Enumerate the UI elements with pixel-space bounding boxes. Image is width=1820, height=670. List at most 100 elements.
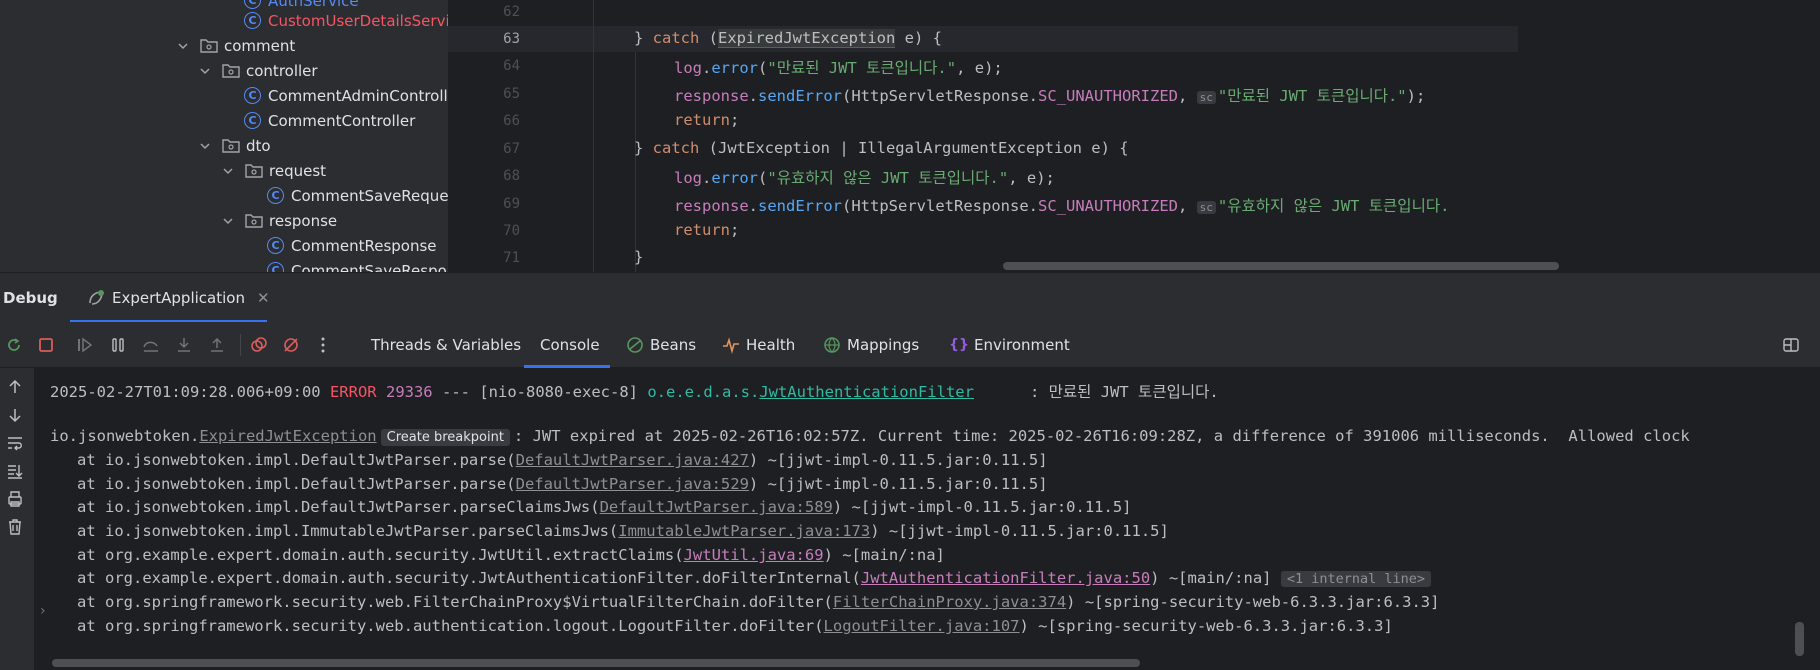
tab-label: Threads & Variables xyxy=(371,336,522,354)
internal-lines-fold[interactable]: <1 internal line> xyxy=(1280,571,1432,587)
source-link[interactable]: DefaultJwtParser.java:427 xyxy=(516,451,749,469)
print-icon[interactable] xyxy=(4,488,26,510)
line-number: 67 xyxy=(503,141,520,157)
code-line-71: } xyxy=(634,248,644,266)
scroll-to-end-icon[interactable] xyxy=(4,460,26,482)
step-into-icon[interactable] xyxy=(174,335,194,355)
chevron-down-icon[interactable] xyxy=(221,214,235,228)
class-icon: C xyxy=(267,237,284,254)
tab-threads-variables[interactable]: Threads & Variables xyxy=(371,322,521,368)
indent-guide xyxy=(635,52,636,272)
source-link[interactable]: JwtAuthenticationFilter.java:50 xyxy=(861,569,1150,587)
class-icon: C xyxy=(267,187,284,204)
tab-beans[interactable]: Beans xyxy=(626,322,696,368)
tree-item-response[interactable]: response xyxy=(221,208,337,233)
debug-toolbar: Threads & Variables Console Beans Health… xyxy=(0,322,1820,368)
tree-item-comment[interactable]: comment xyxy=(176,33,295,58)
line-number-gutter: 62 63 64 65 66 67 68 69 70 71 xyxy=(448,0,538,272)
editor-empty-area xyxy=(1518,0,1820,272)
tree-item-request[interactable]: request xyxy=(221,158,326,183)
arrow-up-icon[interactable] xyxy=(4,376,26,398)
arrow-down-icon[interactable] xyxy=(4,404,26,426)
class-icon: C xyxy=(244,87,261,104)
create-breakpoint-button[interactable]: Create breakpoint xyxy=(380,429,510,446)
log-line: 2025-02-27T01:09:28.006+09:00 ERROR 2933… xyxy=(50,383,1219,401)
project-tree: C AuthService C CustomUserDetailsService… xyxy=(0,0,448,272)
tab-console[interactable]: Console xyxy=(540,322,600,368)
chevron-down-icon[interactable] xyxy=(221,164,235,178)
tree-item-label: response xyxy=(269,211,338,230)
chevron-right-icon[interactable]: › xyxy=(40,603,46,619)
soft-wrap-icon[interactable] xyxy=(4,432,26,454)
code-line-70: return; xyxy=(674,221,740,239)
tree-item-label: request xyxy=(269,161,327,180)
step-out-icon[interactable] xyxy=(207,335,227,355)
code-line-64: log.error("만료된 JWT 토큰입니다.", e); xyxy=(674,59,1003,77)
line-number: 71 xyxy=(503,250,520,266)
chevron-down-icon[interactable] xyxy=(198,139,212,153)
source-link[interactable]: LogoutFilter.java:107 xyxy=(824,617,1020,635)
pause-icon[interactable] xyxy=(108,335,128,355)
line-number: 64 xyxy=(503,58,520,74)
stack-frame: at io.jsonwebtoken.impl.DefaultJwtParser… xyxy=(77,498,1132,516)
line-number: 66 xyxy=(503,113,520,129)
tree-item-customuserdetailsservice[interactable]: C CustomUserDetailsService xyxy=(244,8,448,33)
line-number: 63 xyxy=(503,31,520,47)
spring-run-icon xyxy=(86,288,106,308)
tree-item-commentcontroller[interactable]: C CommentController xyxy=(244,108,415,133)
console-vertical-scrollbar[interactable] xyxy=(1795,622,1804,656)
mute-breakpoints-icon[interactable] xyxy=(281,335,301,355)
code-line-69: response.sendError(HttpServletResponse.S… xyxy=(674,197,1450,215)
code-line-68: log.error("유효하지 않은 JWT 토큰입니다.", e); xyxy=(674,169,1055,187)
view-breakpoints-icon[interactable] xyxy=(249,335,269,355)
stack-frame: at org.example.expert.domain.auth.securi… xyxy=(77,546,945,564)
tree-item-label: dto xyxy=(246,136,271,155)
tree-item-controller[interactable]: controller xyxy=(198,58,318,83)
console-horizontal-scrollbar[interactable] xyxy=(52,659,1140,667)
tree-item-commentresponse[interactable]: C CommentResponse xyxy=(267,233,437,258)
tab-label: Environment xyxy=(974,336,1070,354)
editor-horizontal-scrollbar[interactable] xyxy=(1003,262,1559,270)
close-icon[interactable]: ✕ xyxy=(257,289,270,307)
code-line-65: response.sendError(HttpServletResponse.S… xyxy=(674,87,1426,105)
source-link[interactable]: ImmutableJwtParser.java:173 xyxy=(618,522,870,540)
chevron-down-icon[interactable] xyxy=(198,64,212,78)
tab-mappings[interactable]: Mappings xyxy=(823,322,919,368)
run-config-tab[interactable]: ExpertApplication ✕ xyxy=(70,273,286,323)
logger-link[interactable]: JwtAuthenticationFilter xyxy=(759,383,974,401)
rerun-icon[interactable] xyxy=(4,335,24,355)
tab-environment[interactable]: {} Environment xyxy=(949,322,1070,368)
parameter-hint: sc xyxy=(1196,91,1216,104)
tree-item-commentadmincontroller[interactable]: C CommentAdminController xyxy=(244,83,448,108)
step-over-icon[interactable] xyxy=(141,335,161,355)
source-link[interactable]: FilterChainProxy.java:374 xyxy=(833,593,1066,611)
stack-frame: at io.jsonwebtoken.impl.DefaultJwtParser… xyxy=(77,475,1048,493)
source-link[interactable]: JwtUtil.java:69 xyxy=(684,546,824,564)
source-link[interactable]: DefaultJwtParser.java:529 xyxy=(516,475,749,493)
code-editor[interactable]: 62 63 64 65 66 67 68 69 70 71 } catch (E… xyxy=(448,0,1820,272)
package-icon xyxy=(222,138,240,153)
line-number: 69 xyxy=(503,196,520,212)
resume-icon[interactable] xyxy=(75,335,95,355)
console-output[interactable]: 2025-02-27T01:09:28.006+09:00 ERROR 2933… xyxy=(34,368,1820,670)
more-options-icon[interactable] xyxy=(313,335,333,355)
tree-item-commentsaveresponse[interactable]: C CommentSaveResponse xyxy=(267,258,448,272)
tree-item-label: CustomUserDetailsService xyxy=(268,11,448,30)
beans-icon xyxy=(626,336,644,354)
tab-label: Health xyxy=(746,336,796,354)
tab-health[interactable]: Health xyxy=(722,322,795,368)
console-side-toolbar xyxy=(0,368,34,670)
source-link[interactable]: DefaultJwtParser.java:589 xyxy=(600,498,833,516)
layout-settings-icon[interactable] xyxy=(1781,335,1801,355)
exception-class-link[interactable]: ExpiredJwtException xyxy=(199,427,376,445)
class-icon: C xyxy=(267,262,284,272)
tree-item-label: CommentSaveRequest xyxy=(291,186,448,205)
tree-item-dto[interactable]: dto xyxy=(198,133,271,158)
package-icon xyxy=(200,38,218,53)
stop-icon[interactable] xyxy=(36,335,56,355)
package-icon xyxy=(245,163,263,178)
chevron-down-icon[interactable] xyxy=(176,39,190,53)
tree-item-commentsaverequest[interactable]: C CommentSaveRequest xyxy=(267,183,448,208)
tab-label: Console xyxy=(540,336,600,354)
trash-icon[interactable] xyxy=(4,516,26,538)
